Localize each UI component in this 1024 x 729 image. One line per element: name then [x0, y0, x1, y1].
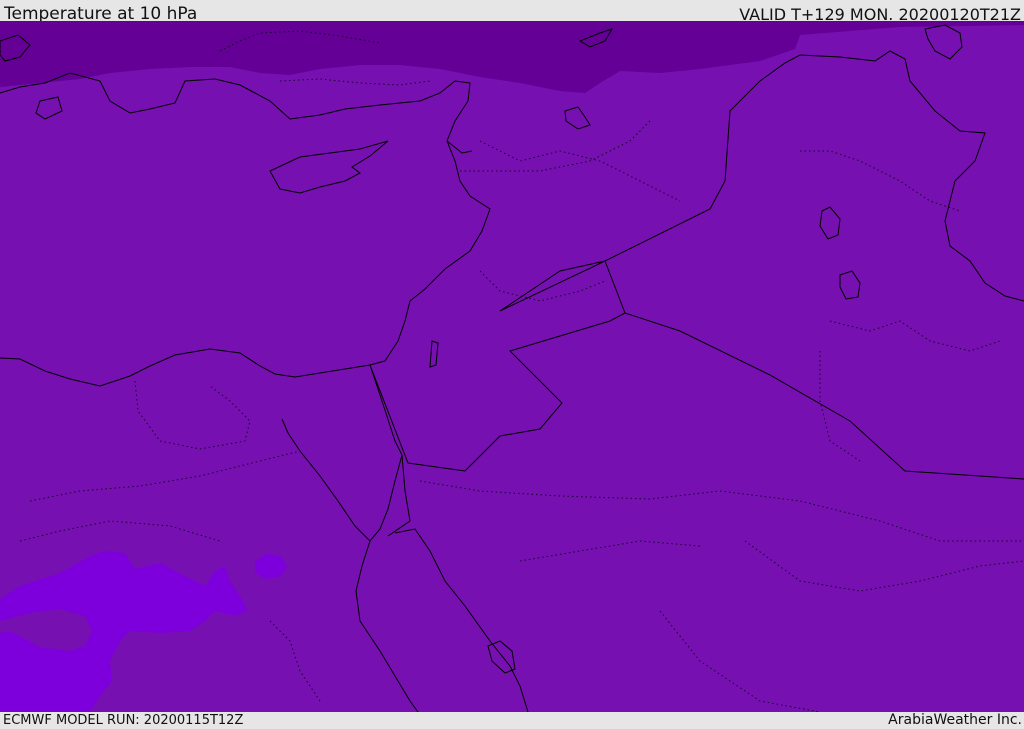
credit-label: ArabiaWeather Inc.: [888, 712, 1022, 728]
model-run-label: ECMWF MODEL RUN: 20200115T12Z: [3, 713, 244, 728]
header-bar: Temperature at 10 hPa VALID T+129 MON. 2…: [0, 0, 1024, 24]
weather-map[interactable]: [0, 21, 1024, 712]
footer-bar: ECMWF MODEL RUN: 20200115T12Z ArabiaWeat…: [0, 712, 1024, 729]
